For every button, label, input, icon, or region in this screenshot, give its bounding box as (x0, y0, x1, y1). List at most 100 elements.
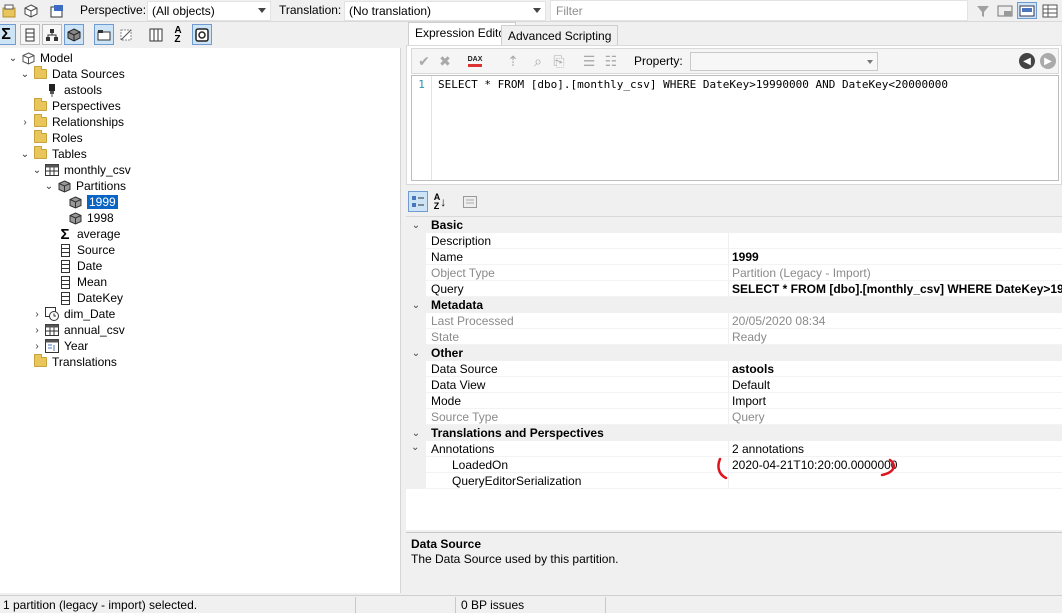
code-line[interactable]: SELECT * FROM [dbo].[monthly_csv] WHERE … (438, 78, 948, 91)
forward-arrow-icon[interactable]: ▶ (1040, 53, 1056, 69)
find-icon[interactable]: ⌕ (529, 52, 547, 70)
tree-node-model[interactable]: ⌄ Model (8, 50, 73, 66)
property-row-data-source[interactable]: Data Source astools (406, 361, 1062, 377)
layout-active-icon[interactable] (1017, 2, 1037, 19)
tree-node-monthly-csv[interactable]: ⌄ monthly_csv (32, 162, 131, 178)
property-row-object-type[interactable]: Object Type Partition (Legacy - Import) (406, 265, 1062, 281)
code-editor[interactable]: 1 SELECT * FROM [dbo].[monthly_csv] WHER… (411, 75, 1059, 181)
chevron-down-icon[interactable]: ⌄ (20, 146, 30, 162)
tree-node-roles[interactable]: Roles (33, 130, 83, 146)
status-bp-issues[interactable]: 0 BP issues (458, 597, 606, 613)
dependencies-toggle[interactable] (192, 24, 212, 45)
layout-icon[interactable] (996, 2, 1013, 19)
measures-toggle[interactable]: Σ (0, 24, 16, 45)
chevron-right-icon[interactable]: › (32, 306, 42, 322)
property-value[interactable]: Default (732, 378, 1062, 392)
property-value[interactable]: Import (732, 394, 1062, 408)
property-row-last-processed[interactable]: Last Processed 20/05/2020 08:34 (406, 313, 1062, 329)
translation-dropdown[interactable]: (No translation) (344, 1, 546, 21)
tree-node-average[interactable]: Σ average (58, 226, 120, 243)
chevron-down-icon[interactable]: ⌄ (32, 162, 42, 178)
display-folders-toggle[interactable] (94, 24, 114, 45)
outdent-icon[interactable]: ☷ (602, 52, 620, 70)
property-value[interactable]: 2020-04-21T10:20:00.0000000 (732, 458, 1062, 472)
replace-icon[interactable]: ⎘ (550, 52, 568, 70)
property-row-query[interactable]: Query SELECT * FROM [dbo].[monthly_csv] … (406, 281, 1062, 297)
tree-label: annual_csv (64, 323, 125, 337)
property-row-annotations[interactable]: ⌄ Annotations 2 annotations (406, 441, 1062, 457)
tree-node-translations[interactable]: Translations (33, 354, 117, 370)
property-row-mode[interactable]: Mode Import (406, 393, 1062, 409)
hierarchies-toggle[interactable] (42, 24, 62, 45)
chevron-down-icon[interactable]: ⌄ (44, 178, 54, 194)
property-dropdown[interactable] (690, 52, 878, 71)
tab-advanced-scripting[interactable]: Advanced Scripting (501, 25, 619, 45)
columns-toggle[interactable] (20, 24, 40, 45)
tree-node-tables[interactable]: ⌄ Tables (20, 146, 87, 162)
tree-node-dim-date[interactable]: › dim_Date (32, 306, 115, 322)
columns-layout-toggle[interactable] (146, 24, 166, 45)
tree-node-astools[interactable]: astools (45, 82, 102, 98)
tree-node-datekey[interactable]: DateKey (58, 290, 123, 306)
status-bar: 1 partition (legacy - import) selected. … (0, 595, 1062, 613)
tree-node-mean[interactable]: Mean (58, 274, 107, 290)
import-icon[interactable]: ⇡ (504, 52, 522, 70)
tree-node-year[interactable]: › Year (32, 338, 88, 354)
categorized-view-button[interactable] (408, 191, 428, 212)
chevron-down-icon[interactable]: ⌄ (406, 425, 426, 441)
category-basic[interactable]: ⌄ Basic (406, 217, 1062, 233)
tree-node-partition-1999[interactable]: 1999 (68, 194, 118, 210)
property-pages-button[interactable] (460, 191, 480, 212)
partitions-toggle[interactable] (64, 24, 84, 45)
open-model-icon[interactable] (0, 2, 17, 19)
property-value[interactable]: SELECT * FROM [dbo].[monthly_csv] WHERE … (732, 282, 1062, 296)
filter-input[interactable]: Filter (550, 0, 968, 21)
alphabetical-view-button[interactable]: AZ ↓ (430, 191, 450, 212)
property-value[interactable]: astools (732, 362, 1062, 376)
accept-check-icon[interactable]: ✔ (415, 52, 433, 70)
tree-node-relationships[interactable]: › Relationships (20, 114, 124, 130)
property-value[interactable]: 2 annotations (732, 442, 1062, 456)
sort-toggle[interactable]: AZ (168, 24, 188, 45)
property-row-loadedon[interactable]: LoadedOn 2020-04-21T10:20:00.0000000 (406, 457, 1062, 473)
dax-format-button[interactable]: DAX (462, 52, 488, 70)
grid-view-icon[interactable] (1041, 2, 1058, 19)
property-row-query-editor-serialization[interactable]: QueryEditorSerialization (406, 473, 1062, 489)
filter-funnel-icon[interactable] (974, 2, 991, 19)
chevron-down-icon[interactable]: ⌄ (406, 345, 426, 361)
property-row-source-type[interactable]: Source Type Query (406, 409, 1062, 425)
chevron-down-icon[interactable]: ⌄ (406, 297, 426, 313)
category-metadata[interactable]: ⌄ Metadata (406, 297, 1062, 313)
tree-node-partitions[interactable]: ⌄ Partitions (44, 178, 126, 194)
folder-open-icon (33, 146, 47, 161)
chevron-right-icon[interactable]: › (32, 338, 42, 354)
sort-az-icon: AZ (174, 24, 182, 45)
perspective-dropdown[interactable]: (All objects) (147, 1, 271, 21)
chevron-right-icon[interactable]: › (20, 114, 30, 130)
property-row-data-view[interactable]: Data View Default (406, 377, 1062, 393)
cube-icon[interactable] (22, 2, 39, 19)
cancel-x-icon[interactable]: ✖ (436, 52, 454, 70)
tree-node-perspectives[interactable]: Perspectives (33, 98, 121, 114)
chevron-down-icon[interactable]: ⌄ (8, 50, 18, 66)
back-arrow-icon[interactable]: ◀ (1019, 53, 1035, 69)
hidden-objects-toggle[interactable] (116, 24, 136, 45)
category-translations-perspectives[interactable]: ⌄ Translations and Perspectives (406, 425, 1062, 441)
deploy-icon[interactable] (48, 2, 65, 19)
indent-icon[interactable]: ☰ (580, 52, 598, 70)
chevron-down-icon[interactable]: ⌄ (20, 66, 30, 82)
tab-expression-editor[interactable]: Expression Editor (408, 22, 517, 45)
property-row-description[interactable]: Description (406, 233, 1062, 249)
tree-node-source[interactable]: Source (58, 242, 115, 258)
property-value[interactable]: 1999 (732, 250, 1062, 264)
property-row-state[interactable]: State Ready (406, 329, 1062, 345)
tree-node-annual-csv[interactable]: › annual_csv (32, 322, 125, 338)
category-other[interactable]: ⌄ Other (406, 345, 1062, 361)
chevron-down-icon[interactable]: ⌄ (411, 442, 419, 453)
tree-node-date[interactable]: Date (58, 258, 102, 274)
property-row-name[interactable]: Name 1999 (406, 249, 1062, 265)
chevron-right-icon[interactable]: › (32, 322, 42, 338)
tree-node-data-sources[interactable]: ⌄ Data Sources (20, 66, 125, 82)
chevron-down-icon[interactable]: ⌄ (406, 217, 426, 233)
tree-node-partition-1998[interactable]: 1998 (68, 210, 114, 226)
